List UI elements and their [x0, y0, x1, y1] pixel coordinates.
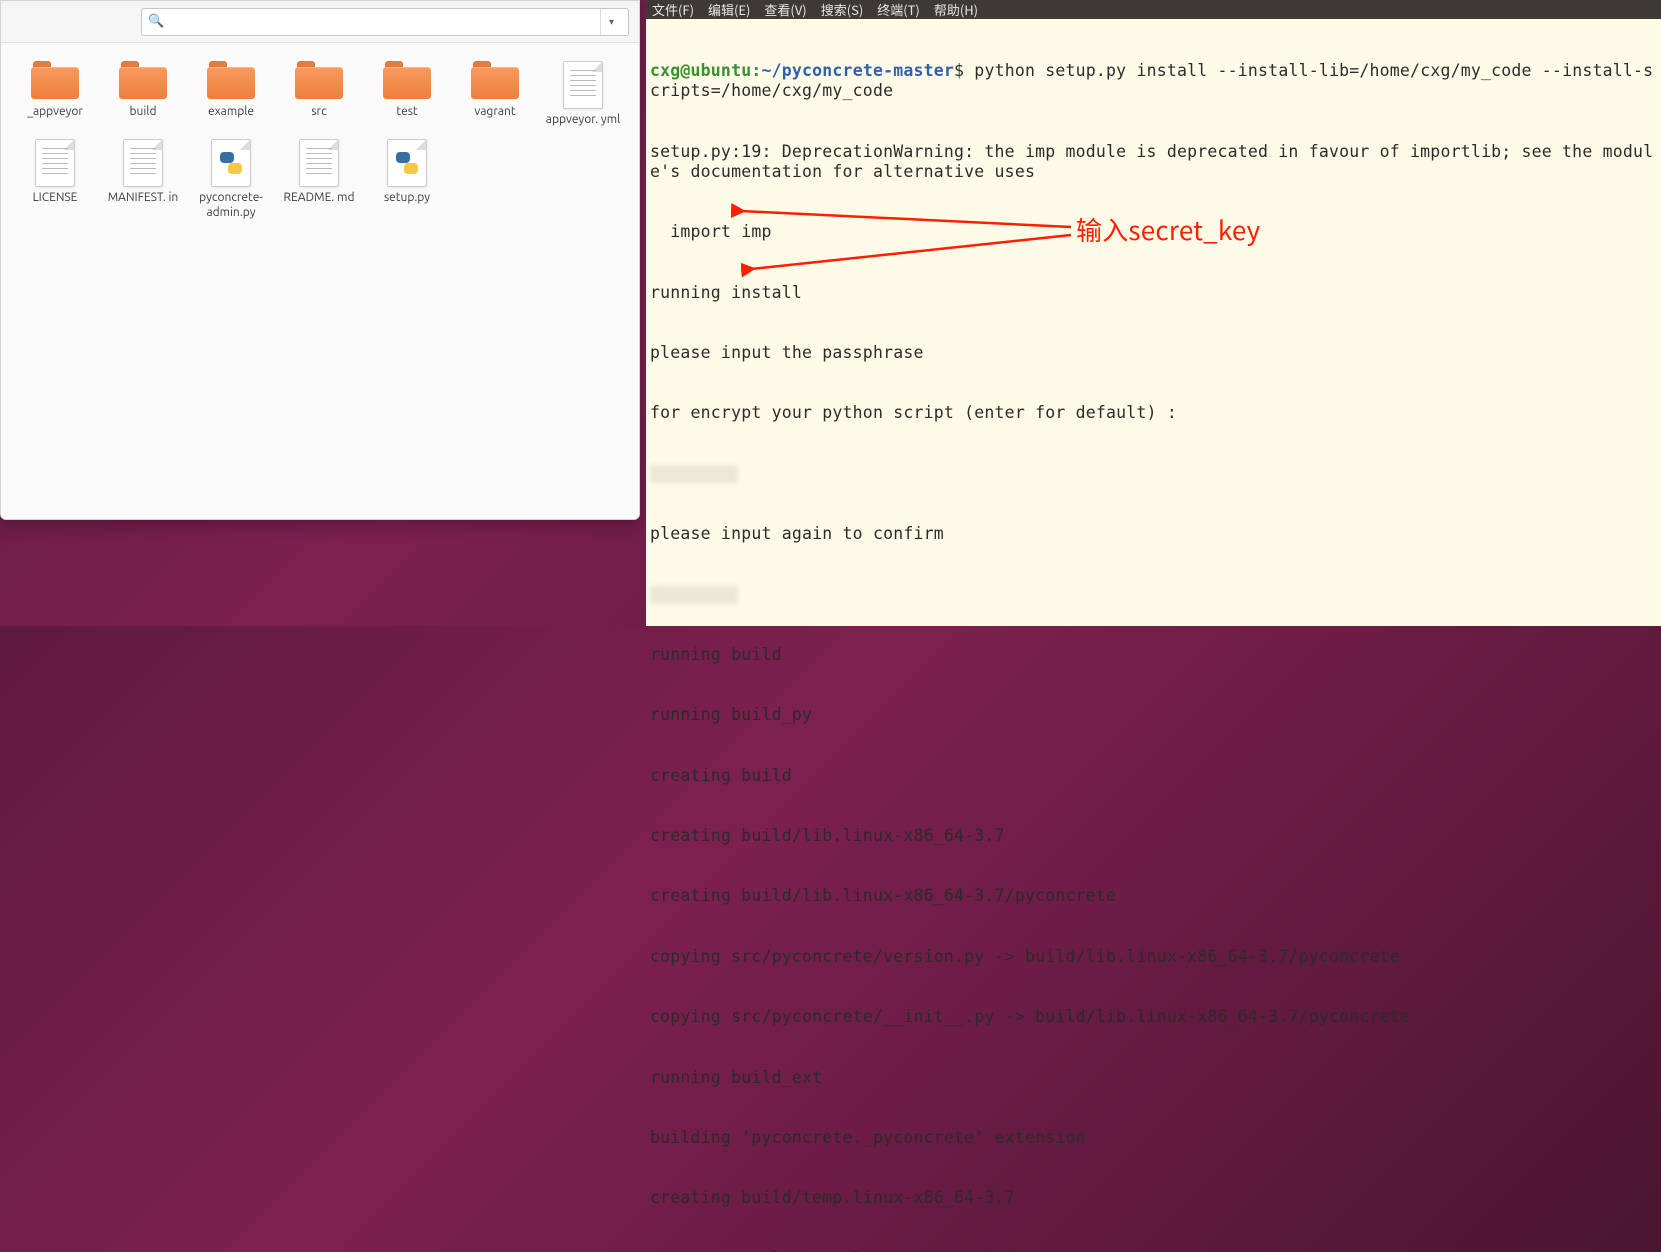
file-item[interactable]: example	[187, 55, 275, 133]
terminal-line: setup.py:19: DeprecationWarning: the imp…	[650, 142, 1657, 182]
file-item[interactable]: README. md	[275, 133, 363, 226]
file-item[interactable]: build	[99, 55, 187, 133]
file-manager-window: 🔍 ▾ _appveyor build example src test vagrant a…	[0, 0, 640, 520]
prompt-dollar: $	[954, 61, 964, 80]
menu-item[interactable]: 文件(F)	[652, 0, 694, 19]
menu-item[interactable]: 终端(T)	[877, 0, 920, 19]
terminal-window: 文件(F) 编辑(E) 查看(V) 搜索(S) 终端(T) 帮助(H) cxg@ubunt…	[646, 0, 1661, 626]
terminal-line: import imp	[650, 222, 1657, 242]
terminal-menubar: 文件(F) 编辑(E) 查看(V) 搜索(S) 终端(T) 帮助(H)	[646, 0, 1661, 19]
menu-item[interactable]: 编辑(E)	[708, 0, 750, 19]
folder-icon	[295, 61, 343, 101]
folder-icon	[471, 61, 519, 101]
terminal-line: building 'pyconcrete._pyconcrete' extens…	[650, 1128, 1657, 1148]
terminal-line: copying src/pyconcrete/__init__.py -> bu…	[650, 1007, 1657, 1027]
file-label: README. md	[283, 191, 354, 205]
terminal-line: running install	[650, 283, 1657, 303]
file-item[interactable]: appveyor. yml	[539, 55, 627, 133]
terminal-line: for encrypt your python script (enter fo…	[650, 403, 1657, 423]
terminal-line: creating build/temp.linux-x86_64-3.7	[650, 1188, 1657, 1208]
terminal-line: creating build/lib.linux-x86_64-3.7/pyco…	[650, 886, 1657, 906]
file-label: example	[208, 105, 254, 119]
file-label: vagrant	[474, 105, 515, 119]
file-label: LICENSE	[33, 191, 78, 205]
terminal-line: please input again to confirm	[650, 524, 1657, 544]
prompt-user: cxg@ubuntu	[650, 61, 751, 80]
terminal-line: creating build/lib.linux-x86_64-3.7	[650, 826, 1657, 846]
menu-item[interactable]: 帮助(H)	[934, 0, 978, 19]
masked-input-2	[650, 586, 738, 604]
file-item[interactable]: pyconcrete- admin.py	[187, 133, 275, 226]
file-grid: _appveyor build example src test vagrant appve…	[1, 43, 639, 238]
file-label: test	[396, 105, 417, 119]
python-file-icon	[211, 139, 251, 187]
menu-item[interactable]: 搜索(S)	[821, 0, 864, 19]
terminal-line: creating build	[650, 766, 1657, 786]
file-item[interactable]: _appveyor	[11, 55, 99, 133]
file-label: setup.py	[384, 191, 430, 205]
file-label: MANIFEST. in	[108, 191, 179, 205]
terminal-line: copying src/pyconcrete/version.py -> bui…	[650, 947, 1657, 967]
file-label: appveyor. yml	[546, 113, 620, 127]
folder-icon	[31, 61, 79, 101]
terminal-line: running build	[650, 645, 1657, 665]
file-item[interactable]: src	[275, 55, 363, 133]
text-file-icon	[563, 61, 603, 109]
prompt-path: ~/pyconcrete-master	[761, 61, 954, 80]
terminal-line: please input the passphrase	[650, 343, 1657, 363]
terminal-line: running build_ext	[650, 1068, 1657, 1088]
folder-icon	[119, 61, 167, 101]
file-item[interactable]: LICENSE	[11, 133, 99, 226]
terminal-line: running build_py	[650, 705, 1657, 725]
file-item[interactable]: MANIFEST. in	[99, 133, 187, 226]
menu-item[interactable]: 查看(V)	[764, 0, 806, 19]
folder-icon	[383, 61, 431, 101]
file-item[interactable]: test	[363, 55, 451, 133]
file-label: build	[130, 105, 157, 119]
text-file-icon	[35, 139, 75, 187]
file-manager-toolbar: 🔍 ▾	[1, 1, 639, 43]
python-file-icon	[387, 139, 427, 187]
file-item[interactable]: setup.py	[363, 133, 451, 226]
search-input[interactable]	[168, 14, 600, 29]
terminal-body[interactable]: cxg@ubuntu:~/pyconcrete-master$ python s…	[646, 19, 1661, 1252]
search-box[interactable]: 🔍 ▾	[141, 8, 629, 36]
file-label: src	[311, 105, 326, 119]
terminal-line: creating build/temp.linux-x86_64-3.7/src	[650, 1249, 1657, 1252]
prompt-sep: :	[751, 61, 761, 80]
masked-input-1	[650, 465, 738, 483]
search-icon: 🔍	[148, 14, 164, 29]
search-dropdown-button[interactable]: ▾	[600, 9, 622, 35]
text-file-icon	[123, 139, 163, 187]
file-label: _appveyor	[27, 105, 83, 119]
file-item[interactable]: vagrant	[451, 55, 539, 133]
file-label: pyconcrete- admin.py	[189, 191, 273, 220]
text-file-icon	[299, 139, 339, 187]
folder-icon	[207, 61, 255, 101]
